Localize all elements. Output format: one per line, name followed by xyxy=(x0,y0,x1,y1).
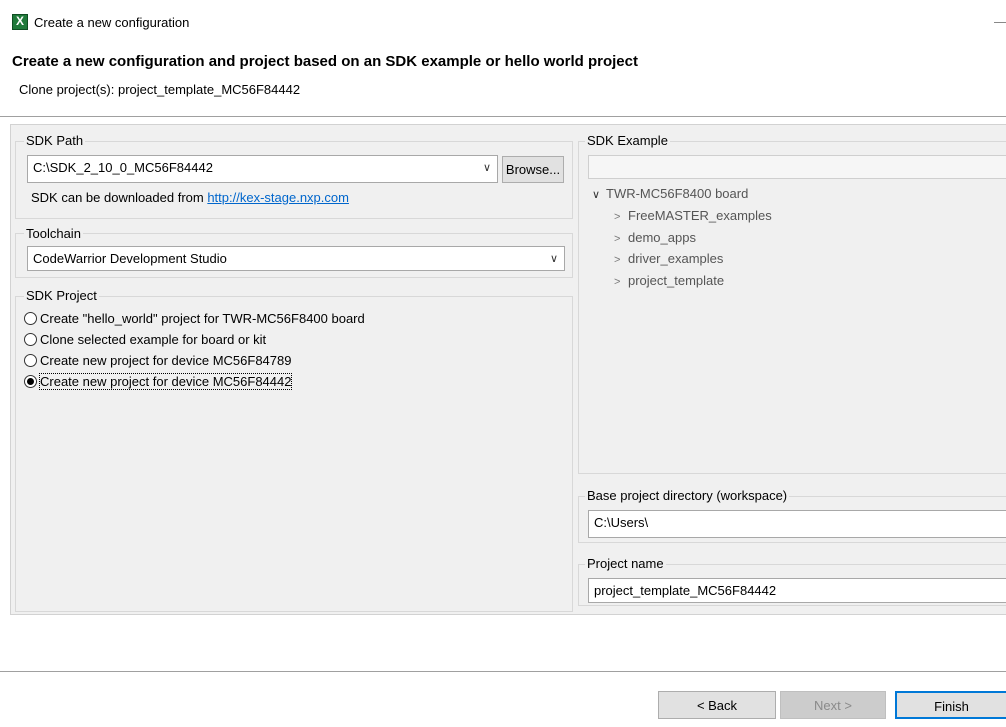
page-subtitle: Clone project(s): project_template_MC56F… xyxy=(19,82,301,97)
chevron-down-icon[interactable]: ∨ xyxy=(550,252,558,265)
back-button-label: < Back xyxy=(696,698,738,713)
tree-node-label: FreeMASTER_examples xyxy=(628,208,772,223)
chevron-right-icon[interactable]: > xyxy=(614,254,628,266)
radio-button-selected[interactable] xyxy=(24,375,37,388)
radio-label: Clone selected example for board or kit xyxy=(40,332,267,347)
base-dir-legend: Base project directory (workspace) xyxy=(585,488,790,503)
tree-node-project-template[interactable]: > project_template xyxy=(614,273,724,295)
radio-button[interactable] xyxy=(24,312,37,325)
minimize-button[interactable]: — xyxy=(994,14,1006,29)
tree-node-board[interactable]: ∨ TWR-MC56F8400 board xyxy=(592,186,748,208)
sdk-download-row: SDK can be downloaded from http://kex-st… xyxy=(31,190,349,205)
sdk-download-link[interactable]: http://kex-stage.nxp.com xyxy=(207,190,349,205)
footer-divider xyxy=(0,671,1006,672)
sdk-path-combo[interactable]: C:\SDK_2_10_0_MC56F84442 ∨ xyxy=(27,155,498,183)
title-bar: Create a new configuration — xyxy=(0,0,1006,44)
radio-label: Create "hello_world" project for TWR-MC5… xyxy=(40,311,365,326)
project-name-legend: Project name xyxy=(585,556,666,571)
radio-device-84789[interactable]: Create new project for device MC56F84789 xyxy=(24,353,291,373)
finish-button-label: Finish xyxy=(934,699,969,714)
chevron-right-icon[interactable]: > xyxy=(614,276,628,288)
tree-node-label: project_template xyxy=(628,273,725,288)
header-divider xyxy=(0,116,1006,117)
finish-button[interactable]: Finish xyxy=(895,691,1006,719)
project-name-input[interactable]: project_template_MC56F84442 xyxy=(588,578,1006,603)
sdk-project-legend: SDK Project xyxy=(24,288,99,303)
radio-label: Create new project for device MC56F84789 xyxy=(40,353,292,368)
radio-clone-example[interactable]: Clone selected example for board or kit xyxy=(24,332,266,352)
sdk-example-filter[interactable] xyxy=(588,155,1006,179)
chevron-down-icon[interactable]: ∨ xyxy=(592,188,606,201)
page-title: Create a new configuration and project b… xyxy=(12,53,638,70)
tree-node-freemaster[interactable]: > FreeMASTER_examples xyxy=(614,208,772,230)
chevron-down-icon[interactable]: ∨ xyxy=(483,161,491,174)
next-button: Next > xyxy=(780,691,886,719)
sdk-path-legend: SDK Path xyxy=(24,133,86,148)
tree-node-demo-apps[interactable]: > demo_apps xyxy=(614,230,696,252)
sdk-path-value: C:\SDK_2_10_0_MC56F84442 xyxy=(33,160,213,175)
browse-button[interactable]: Browse... xyxy=(502,156,564,183)
chevron-right-icon[interactable]: > xyxy=(614,233,628,245)
radio-button[interactable] xyxy=(24,333,37,346)
toolchain-combo[interactable]: CodeWarrior Development Studio ∨ xyxy=(27,246,565,271)
toolchain-legend: Toolchain xyxy=(24,226,83,241)
window-title: Create a new configuration xyxy=(34,15,190,30)
tree-node-label: driver_examples xyxy=(628,251,724,266)
base-dir-input[interactable]: C:\Users\ xyxy=(588,510,1006,538)
back-button[interactable]: < Back xyxy=(658,691,776,719)
radio-button[interactable] xyxy=(24,354,37,367)
radio-device-84442[interactable]: Create new project for device MC56F84442 xyxy=(24,373,293,394)
app-icon xyxy=(12,14,28,30)
tree-node-label: TWR-MC56F8400 board xyxy=(606,186,749,201)
next-button-label: Next > xyxy=(814,698,852,713)
toolchain-value: CodeWarrior Development Studio xyxy=(33,251,227,266)
sdk-example-legend: SDK Example xyxy=(585,133,670,148)
chevron-right-icon[interactable]: > xyxy=(614,211,628,223)
tree-node-driver-examples[interactable]: > driver_examples xyxy=(614,251,723,273)
radio-label: Create new project for device MC56F84442 xyxy=(38,373,293,390)
tree-node-label: demo_apps xyxy=(628,230,696,245)
radio-hello-world[interactable]: Create "hello_world" project for TWR-MC5… xyxy=(24,311,365,331)
sdk-download-text: SDK can be downloaded from xyxy=(31,190,208,205)
